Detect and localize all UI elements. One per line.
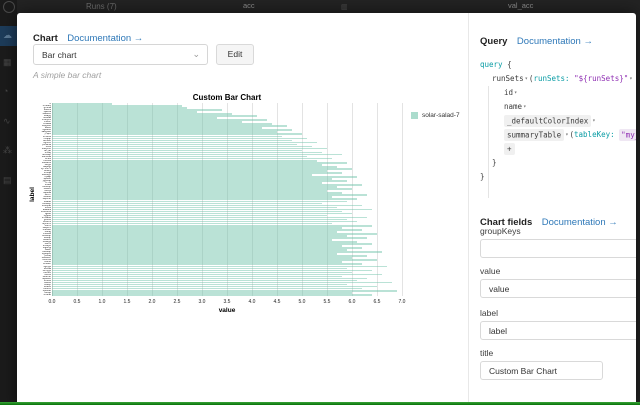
field-expand-arrow-icon[interactable]: ▾ [523, 104, 526, 110]
code-token: tableKey: [574, 130, 615, 139]
code-line[interactable]: _defaultColorIndex▾ [480, 114, 636, 128]
code-line[interactable]: summaryTable▾(tableKey: "my_ba [480, 128, 636, 142]
query-documentation-link[interactable]: Documentation → [517, 36, 593, 47]
report-icon[interactable]: ⁂ [3, 145, 12, 155]
field-expand-arrow-icon[interactable]: ▾ [565, 132, 568, 138]
code-token: runSets [492, 74, 524, 83]
code-line[interactable]: id▾ [480, 86, 636, 100]
x-tick-label: 1.0 [92, 299, 112, 305]
cloud-icon[interactable]: ☁ [3, 30, 12, 40]
chart-type-dropdown[interactable]: Bar chart ⌄ [33, 44, 208, 65]
query-pane: Query Documentation → query {runSets▾(ru… [469, 13, 636, 405]
app-sidebar: ☁ ▦ ◔ ∿ ⁂ ▤ [0, 0, 17, 405]
chart-fields-documentation-link[interactable]: Documentation → [542, 217, 618, 228]
code-line[interactable]: } [480, 170, 636, 184]
chart-description: A simple bar chart [33, 70, 101, 80]
legend-run-name: solar-salad-7 [422, 112, 460, 119]
x-tick-label: 4.0 [242, 299, 262, 305]
field-expand-arrow-icon[interactable]: ▾ [629, 76, 632, 82]
code-token: "${runSets}" [570, 74, 629, 83]
x-tick-label: 3.5 [217, 299, 237, 305]
x-tick-label: 6.5 [367, 299, 387, 305]
title-label: title [480, 348, 493, 358]
query-section-header: Query Documentation → [480, 31, 593, 49]
background-panel-title-val-acc: val_acc [508, 1, 533, 10]
bar [52, 294, 372, 296]
code-line[interactable]: } [480, 156, 636, 170]
legend-swatch [411, 112, 418, 119]
label-label: label [480, 308, 498, 318]
x-tick-label: 7.0 [392, 299, 412, 305]
edit-button[interactable]: Edit [216, 44, 254, 65]
field-expand-arrow-icon[interactable]: ▾ [525, 76, 528, 82]
code-line[interactable]: + [480, 142, 636, 156]
grid-icon[interactable]: ▦ [3, 57, 12, 67]
chart-x-axis-label: value [52, 307, 402, 314]
gridline [402, 103, 403, 296]
groupkeys-label: groupKeys [480, 226, 521, 236]
code-token: runSets: [533, 74, 569, 83]
background-panel-title-acc: acc [243, 1, 255, 10]
groupkeys-input[interactable] [480, 239, 636, 258]
x-tick-label: 2.5 [167, 299, 187, 305]
chart-y-axis-label: label [29, 187, 36, 202]
chart-plot-area [52, 103, 402, 296]
label-input[interactable] [480, 321, 636, 340]
x-tick-label: 3.0 [192, 299, 212, 305]
x-tick-label: 2.0 [142, 299, 162, 305]
artifacts-icon[interactable]: ▤ [3, 175, 12, 185]
code-token: } [492, 158, 497, 167]
code-line[interactable]: name▾ [480, 100, 636, 114]
code-token: "my_ba [619, 129, 636, 141]
code-token: { [503, 60, 512, 69]
query-section-title: Query [480, 36, 507, 47]
code-token: query [480, 60, 503, 69]
chart-section-title: Chart [33, 33, 58, 44]
wandb-logo-icon [3, 1, 15, 13]
x-tick-label: 6.0 [342, 299, 362, 305]
x-tick-label: 4.5 [267, 299, 287, 305]
x-tick-label: 5.5 [317, 299, 337, 305]
code-token: } [480, 172, 485, 181]
field-expand-arrow-icon[interactable]: ▾ [592, 118, 595, 124]
circle-icon[interactable]: ◔ [3, 86, 8, 96]
field-expand-arrow-icon[interactable]: ▾ [514, 90, 517, 96]
chart-bars [52, 103, 402, 296]
value-input[interactable] [480, 279, 636, 298]
code-indent-guide [488, 86, 489, 198]
value-label: value [480, 266, 500, 276]
code-token[interactable]: summaryTable [504, 129, 564, 141]
chart-legend: solar-salad-7 [411, 112, 460, 119]
chart-type-selected-value: Bar chart [42, 50, 77, 60]
x-tick-label: 0.0 [42, 299, 62, 305]
x-tick-label: 1.5 [117, 299, 137, 305]
screen: ☁ ▦ ◔ ∿ ⁂ ▤ Runs (7) ▥ acc val_acc Chart… [0, 0, 640, 405]
panel-icon: ▥ [341, 3, 348, 11]
code-line[interactable]: runSets▾(runSets: "${runSets}"▾ [480, 72, 636, 86]
chart-y-tick-labels: 017wdrqgrnhia1oo19xjaz0k6ekos51eaygn686a… [37, 103, 51, 296]
runs-count-label: Runs (7) [86, 2, 117, 11]
code-token[interactable]: _defaultColorIndex [504, 115, 591, 127]
x-tick-label: 0.5 [67, 299, 87, 305]
query-code[interactable]: query {runSets▾(runSets: "${runSets}"▾id… [480, 58, 636, 184]
code-token: name [504, 102, 522, 111]
chart-editor-modal: Chart Documentation → Bar chart ⌄ Edit A… [17, 13, 636, 405]
chart-preview-title: Custom Bar Chart [52, 93, 402, 102]
x-tick-label: 5.0 [292, 299, 312, 305]
code-line[interactable]: query { [480, 58, 636, 72]
chart-documentation-link[interactable]: Documentation → [67, 33, 143, 44]
sweep-icon[interactable]: ∿ [3, 116, 11, 126]
code-token[interactable]: + [504, 143, 515, 155]
code-token: id [504, 88, 513, 97]
title-input[interactable] [480, 361, 603, 380]
chevron-down-icon: ⌄ [192, 44, 200, 65]
